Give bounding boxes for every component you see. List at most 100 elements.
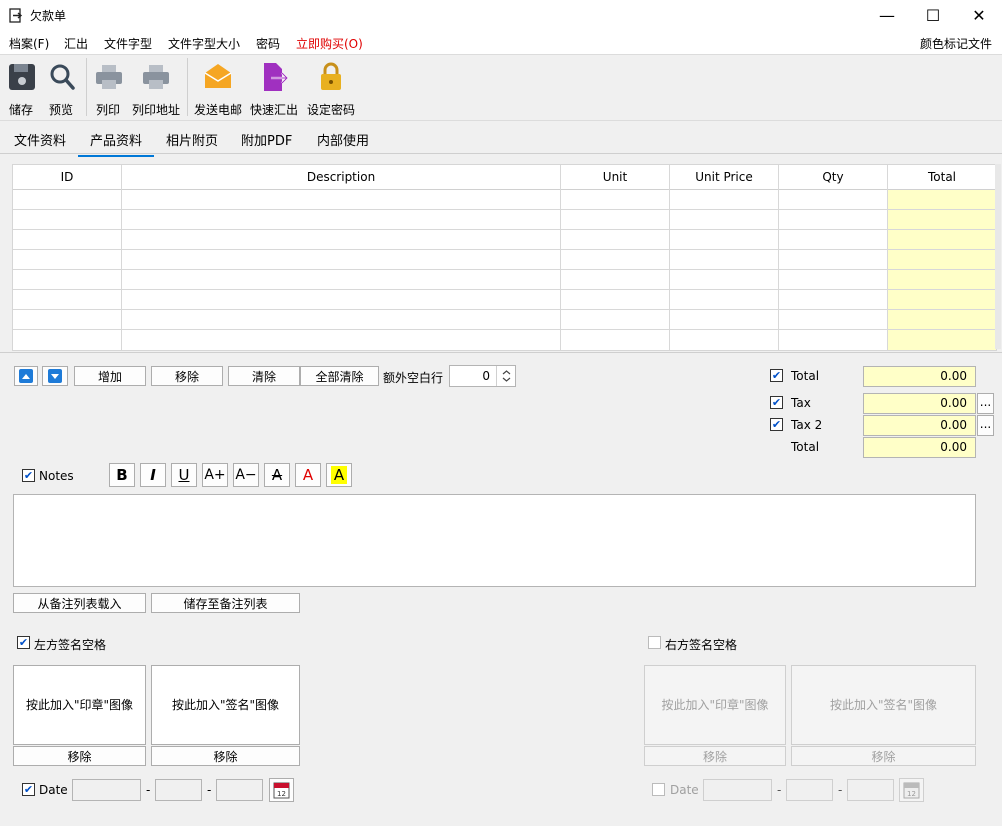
preview-button[interactable]: 预览 <box>45 60 77 118</box>
italic-button[interactable]: I <box>140 463 166 487</box>
right-signature-remove-button[interactable]: 移除 <box>791 746 976 766</box>
table-row[interactable] <box>13 309 996 310</box>
toolbar-separator <box>187 58 188 116</box>
tax-field[interactable]: 0.00 <box>863 393 976 414</box>
column-header-unit-price[interactable]: Unit Price <box>670 165 779 190</box>
tab-attach-pdf[interactable]: 附加PDF <box>241 130 292 149</box>
right-date-checkbox[interactable] <box>652 783 665 796</box>
table-row[interactable] <box>13 249 996 250</box>
tax-settings-button[interactable]: ... <box>977 393 994 414</box>
load-notes-button[interactable]: 从备注列表载入 <box>13 593 146 613</box>
clear-all-button[interactable]: 全部清除 <box>300 366 379 386</box>
left-calendar-button[interactable]: 12 <box>269 778 294 802</box>
font-color-button[interactable]: A <box>295 463 321 487</box>
left-signature-remove-button[interactable]: 移除 <box>151 746 300 766</box>
extra-blank-rows-spinner[interactable]: 0 <box>449 365 516 387</box>
tax2-field[interactable]: 0.00 <box>863 415 976 436</box>
increase-font-button[interactable]: A+ <box>202 463 228 487</box>
send-email-label: 发送电邮 <box>193 103 242 117</box>
tax2-settings-button[interactable]: ... <box>977 415 994 436</box>
grid-scrollbar[interactable] <box>995 164 1001 349</box>
tab-photo-page[interactable]: 相片附页 <box>166 130 218 149</box>
spinner-arrows[interactable] <box>496 366 516 386</box>
save-button[interactable]: 储存 <box>5 60 37 118</box>
preview-label: 预览 <box>48 103 73 117</box>
total-field[interactable]: 0.00 <box>863 366 976 387</box>
italic-icon: I <box>150 466 156 484</box>
table-row[interactable] <box>13 289 996 290</box>
print-button[interactable]: 列印 <box>92 60 124 118</box>
table-row[interactable] <box>13 329 996 330</box>
notes-label: Notes <box>39 469 74 483</box>
left-stamp-image-button[interactable]: 按此加入"印章"图像 <box>13 665 146 745</box>
left-date-year-field[interactable] <box>72 779 141 801</box>
grand-total-field[interactable]: 0.00 <box>863 437 976 458</box>
clear-row-button[interactable]: 清除 <box>228 366 300 386</box>
table-row[interactable] <box>13 269 996 270</box>
menu-buy-now[interactable]: 立即购买(O) <box>296 35 363 52</box>
right-calendar-button[interactable]: 12 <box>899 778 924 802</box>
notes-checkbox[interactable]: ✔ <box>22 469 35 482</box>
menu-password[interactable]: 密码 <box>256 35 280 52</box>
right-signature-checkbox[interactable] <box>648 636 661 649</box>
strikethrough-button[interactable]: A <box>264 463 290 487</box>
column-header-description[interactable]: Description <box>122 165 561 190</box>
padlock-icon <box>321 62 341 90</box>
left-signature-image-button[interactable]: 按此加入"签名"图像 <box>151 665 300 745</box>
right-signature-image-button[interactable]: 按此加入"签名"图像 <box>791 665 976 745</box>
tab-internal-use[interactable]: 内部使用 <box>317 130 369 149</box>
left-stamp-remove-button[interactable]: 移除 <box>13 746 146 766</box>
tax-checkbox[interactable]: ✔ <box>770 396 783 409</box>
right-stamp-remove-button[interactable]: 移除 <box>644 746 786 766</box>
menu-file[interactable]: 档案(F) <box>9 35 49 52</box>
file-export-icon <box>264 63 289 91</box>
move-up-button[interactable] <box>14 366 38 386</box>
column-header-total[interactable]: Total <box>888 165 996 190</box>
tax2-checkbox[interactable]: ✔ <box>770 418 783 431</box>
bold-button[interactable]: B <box>109 463 135 487</box>
left-date-day-field[interactable] <box>216 779 263 801</box>
add-row-button[interactable]: 增加 <box>74 366 146 386</box>
right-date-month-field[interactable] <box>786 779 833 801</box>
left-signature-checkbox[interactable]: ✔ <box>17 636 30 649</box>
maximize-button[interactable]: ☐ <box>910 0 956 31</box>
remove-row-button[interactable]: 移除 <box>151 366 223 386</box>
menu-font-size[interactable]: 文件字型大小 <box>168 35 240 52</box>
highlight-icon: A <box>330 466 348 484</box>
right-signature-label: 右方签名空格 <box>665 638 738 652</box>
set-password-button[interactable]: 设定密码 <box>306 60 356 118</box>
move-down-button[interactable] <box>42 366 68 386</box>
tab-product-info[interactable]: 产品资料 <box>78 130 154 157</box>
total-checkbox[interactable]: ✔ <box>770 369 783 382</box>
save-notes-button[interactable]: 储存至备注列表 <box>151 593 300 613</box>
table-row[interactable] <box>13 209 996 210</box>
product-grid[interactable]: ID Description Unit Unit Price Qty Total <box>12 164 997 351</box>
highlight-button[interactable]: A <box>326 463 352 487</box>
arrow-up-icon <box>19 369 33 383</box>
underline-button[interactable]: U <box>171 463 197 487</box>
right-date-year-field[interactable] <box>703 779 772 801</box>
minimize-button[interactable]: — <box>864 0 910 31</box>
table-row[interactable] <box>13 229 996 230</box>
right-date-day-field[interactable] <box>847 779 894 801</box>
decrease-font-button[interactable]: A− <box>233 463 259 487</box>
left-date-checkbox[interactable]: ✔ <box>22 783 35 796</box>
right-stamp-image-button[interactable]: 按此加入"印章"图像 <box>644 665 786 745</box>
column-header-qty[interactable]: Qty <box>779 165 888 190</box>
left-date-label: Date <box>39 783 68 797</box>
send-email-button[interactable]: 发送电邮 <box>193 60 243 118</box>
notes-textarea[interactable] <box>13 494 976 587</box>
print-address-label: 列印地址 <box>131 103 180 117</box>
bold-icon: B <box>116 466 128 484</box>
menu-color-mark[interactable]: 颜色标记文件 <box>920 35 992 52</box>
date-separator: - <box>777 783 782 797</box>
tab-doc-info[interactable]: 文件资料 <box>14 130 66 149</box>
left-date-month-field[interactable] <box>155 779 202 801</box>
menu-font[interactable]: 文件字型 <box>104 35 152 52</box>
close-button[interactable]: ✕ <box>956 0 1002 31</box>
menu-export[interactable]: 汇出 <box>64 35 88 52</box>
column-header-id[interactable]: ID <box>13 165 122 190</box>
quick-export-button[interactable]: 快速汇出 <box>249 60 299 118</box>
print-address-button[interactable]: 列印地址 <box>130 60 182 118</box>
column-header-unit[interactable]: Unit <box>561 165 670 190</box>
